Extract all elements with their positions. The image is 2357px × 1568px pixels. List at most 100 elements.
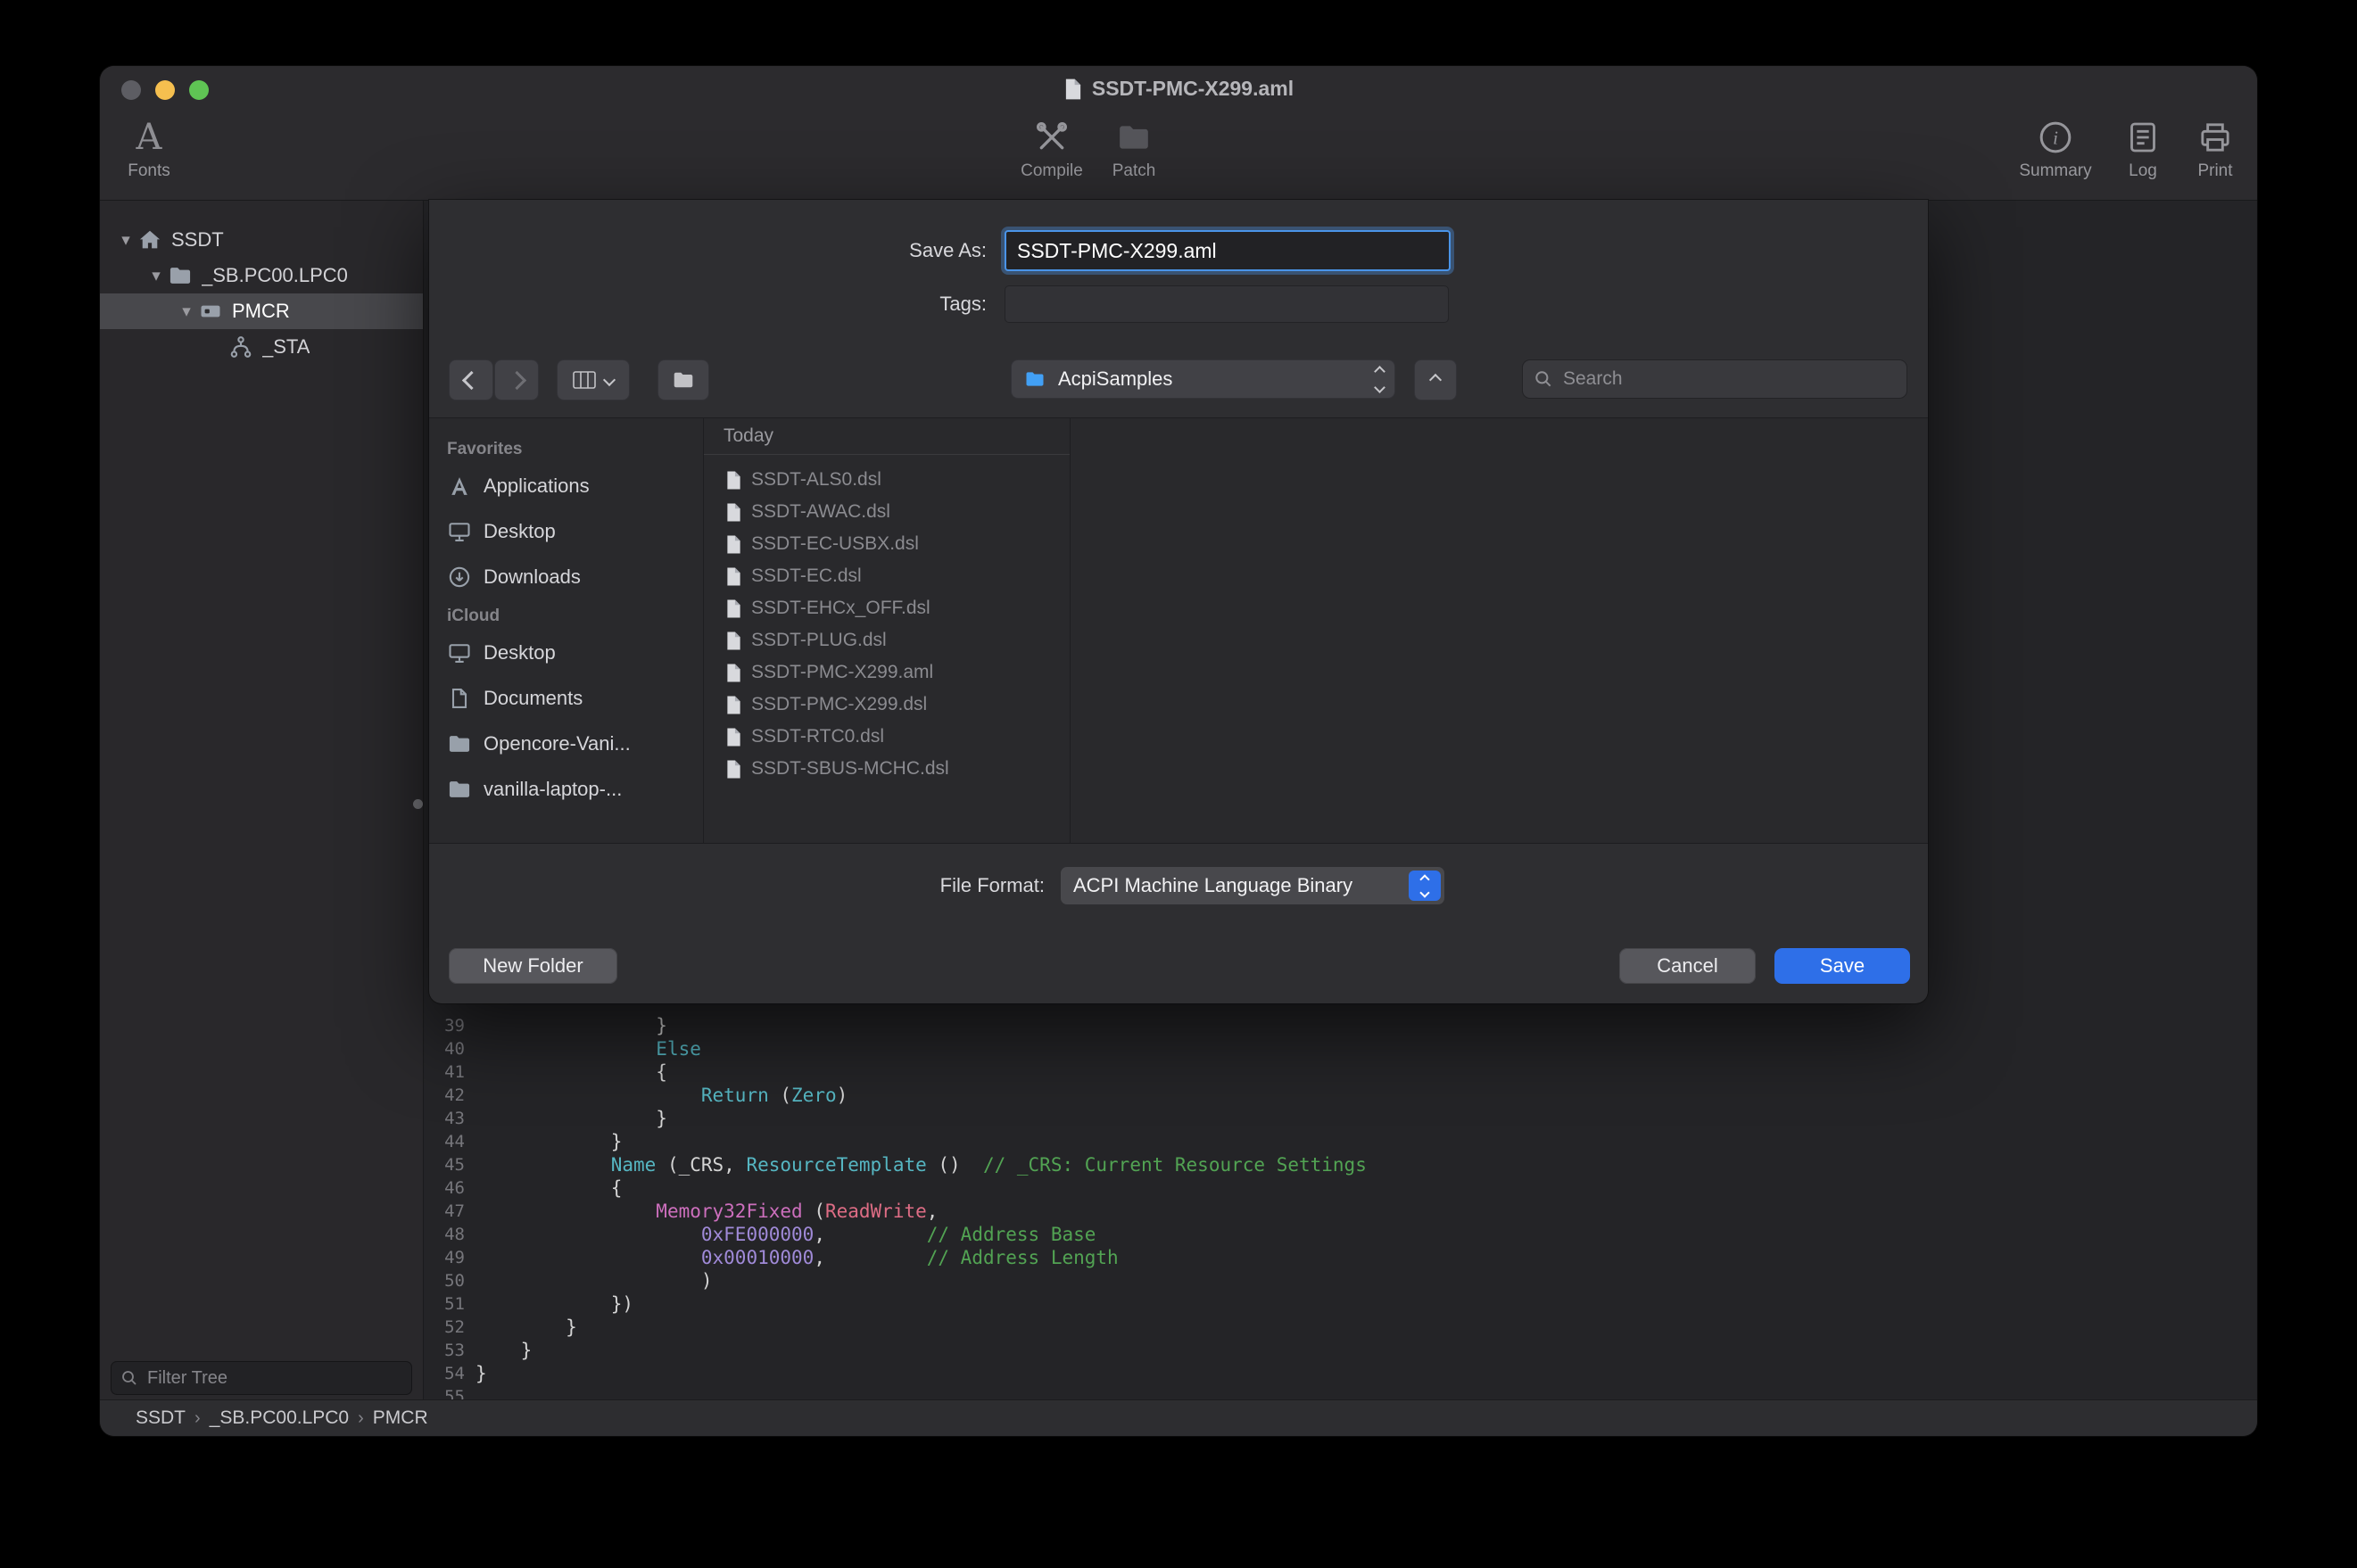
docfile-icon bbox=[725, 470, 742, 491]
code-text: Return (Zero) bbox=[476, 1085, 848, 1106]
popup-updown-icon bbox=[1376, 367, 1384, 392]
code-line: 55 bbox=[424, 1385, 2257, 1400]
desktop-background: SSDT-PMC-X299.aml A Fonts Compile Patch … bbox=[0, 0, 2357, 1568]
line-number: 48 bbox=[424, 1225, 465, 1244]
disclosure-triangle-icon[interactable]: ▾ bbox=[114, 230, 137, 251]
column-view-icon bbox=[573, 370, 596, 390]
file-item-ssdt-ehcx-off-dsl[interactable]: SSDT-EHCx_OFF.dsl bbox=[704, 592, 1070, 624]
code-text: 0x00010000, // Address Length bbox=[476, 1247, 1119, 1268]
tree-item-label: _SB.PC00.LPC0 bbox=[202, 264, 348, 287]
line-number: 50 bbox=[424, 1271, 465, 1291]
line-number: 46 bbox=[424, 1178, 465, 1198]
breadcrumb-separator: › bbox=[194, 1408, 201, 1429]
tags-label: Tags: bbox=[429, 285, 987, 323]
file-item-ssdt-sbus-mchc-dsl[interactable]: SSDT-SBUS-MCHC.dsl bbox=[704, 753, 1070, 785]
filter-tree-input[interactable] bbox=[145, 1367, 402, 1390]
line-number: 53 bbox=[424, 1341, 465, 1360]
file-item-ssdt-rtc0-dsl[interactable]: SSDT-RTC0.dsl bbox=[704, 721, 1070, 753]
splitter-handle[interactable] bbox=[413, 799, 423, 809]
line-number: 55 bbox=[424, 1387, 465, 1400]
code-line: 53 } bbox=[424, 1339, 2257, 1362]
line-number: 49 bbox=[424, 1248, 465, 1267]
breadcrumb-item[interactable]: SSDT bbox=[136, 1407, 186, 1429]
docfile-icon bbox=[725, 727, 742, 747]
place-item-desktop[interactable]: Desktop bbox=[429, 508, 703, 554]
patch-folder-icon bbox=[1114, 118, 1154, 157]
file-column: Today SSDT-ALS0.dslSSDT-AWAC.dslSSDT-EC-… bbox=[704, 418, 1071, 843]
back-button[interactable] bbox=[449, 359, 493, 400]
location-popup[interactable]: AcpiSamples bbox=[1011, 359, 1395, 399]
place-item-label: Downloads bbox=[484, 565, 581, 589]
place-item-documents[interactable]: Documents bbox=[429, 675, 703, 721]
cancel-button[interactable]: Cancel bbox=[1619, 948, 1756, 984]
place-item-applications[interactable]: Applications bbox=[429, 463, 703, 508]
breadcrumb-item[interactable]: _SB.PC00.LPC0 bbox=[210, 1407, 349, 1429]
file-format-popup[interactable]: ACPI Machine Language Binary bbox=[1061, 867, 1444, 904]
save-as-input[interactable] bbox=[1005, 230, 1451, 271]
breadcrumb-item[interactable]: PMCR bbox=[373, 1407, 428, 1429]
file-item-ssdt-ec-usbx-dsl[interactable]: SSDT-EC-USBX.dsl bbox=[704, 528, 1070, 560]
file-item-label: SSDT-PMC-X299.aml bbox=[751, 662, 933, 683]
place-item-vanilla-laptop[interactable]: vanilla-laptop-... bbox=[429, 766, 703, 812]
file-item-ssdt-pmc-x299-dsl[interactable]: SSDT-PMC-X299.dsl bbox=[704, 689, 1070, 721]
line-number: 41 bbox=[424, 1062, 465, 1082]
compile-tools-icon bbox=[1032, 118, 1071, 157]
save-button[interactable]: Save bbox=[1774, 948, 1910, 984]
docfile-icon bbox=[725, 534, 742, 555]
toolbar-print-label: Print bbox=[2197, 161, 2232, 181]
code-line: 40 Else bbox=[424, 1037, 2257, 1060]
tree-item-ssdt[interactable]: ▾SSDT bbox=[100, 222, 423, 258]
toolbar-print-button[interactable]: Print bbox=[2166, 118, 2257, 181]
home-icon bbox=[137, 227, 162, 252]
file-browser: FavoritesApplicationsDesktopDownloadsiCl… bbox=[429, 417, 1928, 844]
magnifier-icon bbox=[120, 1369, 138, 1387]
file-item-ssdt-als0-dsl[interactable]: SSDT-ALS0.dsl bbox=[704, 464, 1070, 496]
file-item-label: SSDT-EHCx_OFF.dsl bbox=[751, 598, 930, 619]
file-item-label: SSDT-PLUG.dsl bbox=[751, 630, 887, 651]
tree-item-sta[interactable]: ▾_STA bbox=[100, 329, 423, 365]
toolbar-log-label: Log bbox=[2129, 161, 2157, 181]
code-text: Else bbox=[476, 1038, 701, 1060]
document-icon bbox=[1063, 78, 1083, 101]
disclosure-triangle-icon[interactable]: ▾ bbox=[145, 266, 168, 286]
docfile-icon bbox=[725, 759, 742, 780]
tree-item-sb-pc00-lpc0[interactable]: ▾ _SB.PC00.LPC0 bbox=[100, 258, 423, 293]
expand-panel-button[interactable] bbox=[1414, 359, 1457, 400]
place-item-opencore-vani[interactable]: Opencore-Vani... bbox=[429, 721, 703, 766]
code-line: 48 0xFE000000, // Address Base bbox=[424, 1223, 2257, 1246]
tree-item-pmcr[interactable]: ▾PMCR bbox=[100, 293, 423, 329]
code-line: 43 } bbox=[424, 1107, 2257, 1130]
filter-tree-field[interactable] bbox=[111, 1361, 412, 1395]
line-number: 43 bbox=[424, 1109, 465, 1128]
popup-chevrons-icon bbox=[1409, 871, 1441, 901]
documents-icon bbox=[447, 686, 472, 711]
code-text: } bbox=[476, 1108, 667, 1129]
file-item-ssdt-plug-dsl[interactable]: SSDT-PLUG.dsl bbox=[704, 624, 1070, 656]
code-text: 0xFE000000, // Address Base bbox=[476, 1224, 1096, 1245]
tags-input[interactable] bbox=[1005, 285, 1449, 323]
breadcrumb: SSDT›_SB.PC00.LPC0›PMCR bbox=[136, 1407, 428, 1429]
new-folder-button[interactable]: New Folder bbox=[449, 948, 617, 984]
folder-icon bbox=[447, 731, 472, 756]
toolbar-patch-button[interactable]: Patch bbox=[1085, 118, 1183, 181]
search-field[interactable] bbox=[1522, 359, 1907, 399]
folder-button[interactable] bbox=[657, 359, 709, 400]
file-item-label: SSDT-PMC-X299.dsl bbox=[751, 694, 927, 715]
applications-icon bbox=[447, 474, 472, 499]
code-text: { bbox=[476, 1061, 667, 1083]
search-input[interactable] bbox=[1561, 367, 1896, 391]
file-item-ssdt-awac-dsl[interactable]: SSDT-AWAC.dsl bbox=[704, 496, 1070, 528]
place-item-label: Desktop bbox=[484, 641, 556, 664]
place-item-desktop[interactable]: Desktop bbox=[429, 630, 703, 675]
disclosure-triangle-icon[interactable]: ▾ bbox=[175, 301, 198, 322]
file-item-ssdt-ec-dsl[interactable]: SSDT-EC.dsl bbox=[704, 560, 1070, 592]
toolbar-summary-button[interactable]: i Summary bbox=[2006, 118, 2105, 181]
forward-button[interactable] bbox=[494, 359, 539, 400]
file-item-ssdt-pmc-x299-aml[interactable]: SSDT-PMC-X299.aml bbox=[704, 656, 1070, 689]
chevron-left-icon bbox=[461, 370, 480, 389]
toolbar-fonts-button[interactable]: A Fonts bbox=[100, 118, 198, 181]
view-mode-button[interactable] bbox=[557, 359, 630, 400]
info-icon: i bbox=[2036, 118, 2075, 157]
maciasl-window: SSDT-PMC-X299.aml A Fonts Compile Patch … bbox=[100, 66, 2257, 1436]
place-item-downloads[interactable]: Downloads bbox=[429, 554, 703, 599]
